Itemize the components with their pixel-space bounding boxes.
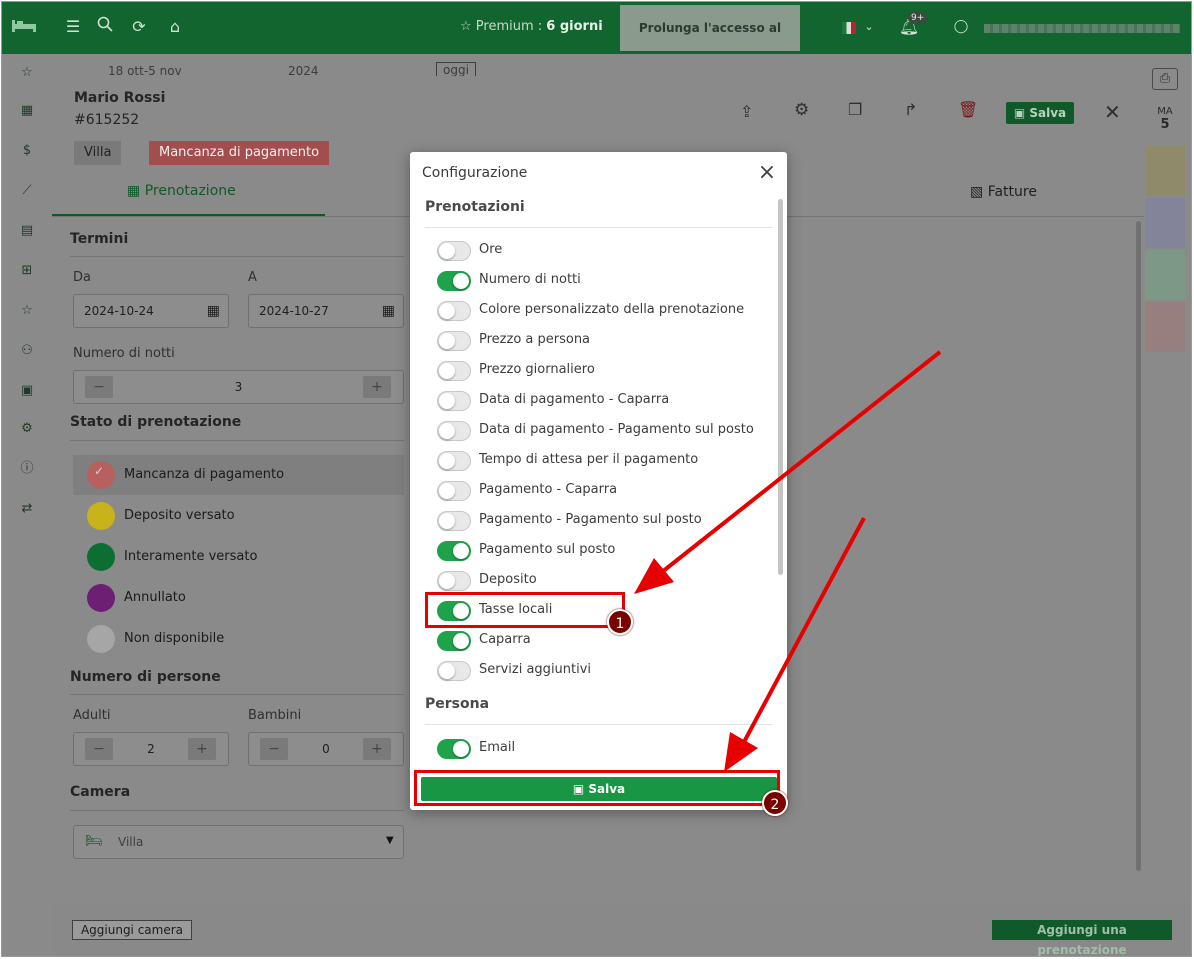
- arrow-2-head: [724, 732, 758, 772]
- highlight-box-1: [425, 592, 625, 628]
- highlight-box-2: [414, 770, 780, 806]
- arrow-1-head: [634, 558, 674, 594]
- annotation-arrows: [634, 350, 942, 772]
- app-window: ☰ ⟳ ⌂ ☆ Premium : 6 giorni Prolunga l'ac…: [1, 1, 1192, 957]
- arrow-2-line: [742, 517, 866, 743]
- annotation-marker-1: 1: [607, 609, 633, 635]
- annotation-marker-2: 2: [762, 790, 788, 816]
- arrow-1-line: [660, 350, 942, 574]
